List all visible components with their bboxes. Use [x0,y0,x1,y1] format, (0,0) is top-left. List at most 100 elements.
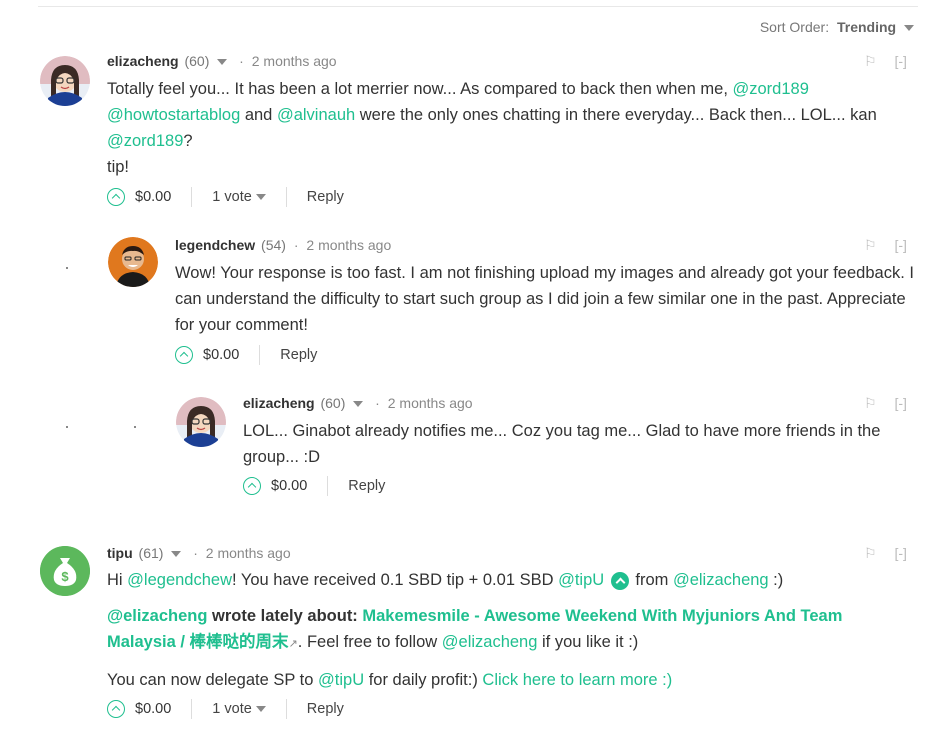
reply-button[interactable]: Reply [307,189,344,205]
comment-actions: ⚐ [-] [864,545,907,562]
svg-text:$: $ [61,569,69,584]
comment-actions: ⚐ [-] [864,237,907,254]
avatar[interactable] [40,56,90,106]
comment-footer: $0.00 Reply [243,476,385,496]
sort-label: Sort Order: [759,19,830,35]
comment-body: LOL... Ginabot already notifies me... Co… [243,418,903,470]
vote-count[interactable]: 1 vote [212,701,252,717]
sort-value[interactable]: Trending [837,19,896,35]
body-text: from [630,571,673,589]
mention-link[interactable]: @alvinauh [277,106,355,124]
body-text: Wow! Your response is too fast. I am not… [175,264,914,334]
flag-icon[interactable]: ⚐ [864,237,877,254]
body-text: if you like it :) [537,633,639,651]
top-divider [38,6,918,7]
upvote-icon[interactable] [175,346,193,364]
tipu-badge-icon [610,571,629,590]
collapse-button[interactable]: [-] [894,53,906,69]
avatar[interactable] [108,237,158,287]
mention-link[interactable]: @tipU [318,671,364,689]
sort-order[interactable]: Sort Order: Trending [760,19,914,35]
learn-more-link[interactable]: Click here to learn more :) [482,671,672,689]
body-text: LOL... Ginabot already notifies me... Co… [243,422,881,466]
mention-link[interactable]: @elizacheng [673,571,769,589]
upvote-icon[interactable] [243,477,261,495]
body-text: You can now delegate SP to [107,671,319,689]
payout[interactable]: $0.00 [271,478,307,494]
separator-dot: · [193,545,198,561]
comment-footer: $0.00 Reply [175,345,317,365]
comment-actions: ⚐ [-] [864,395,907,412]
mention-link[interactable]: @zord189 [107,132,183,150]
separator-dot: · [293,237,299,253]
comment-footer: $0.00 1 vote Reply [107,187,344,207]
upvote-icon[interactable] [107,700,125,718]
comment-body: Totally feel you... It has been a lot me… [107,76,907,180]
collapse-button[interactable]: [-] [894,395,906,411]
mention-link[interactable]: @elizacheng [442,633,538,651]
mention-link[interactable]: @zord189 [733,80,809,98]
divider [259,345,261,365]
chevron-down-icon[interactable] [217,59,228,66]
body-text: ! You have received 0.1 SBD tip + 0.01 S… [232,571,559,589]
reply-button[interactable]: Reply [280,347,317,363]
reputation: (60) [184,53,210,69]
collapse-button[interactable]: [-] [894,545,906,561]
avatar-icon [108,237,158,287]
avatar[interactable]: $ [40,546,90,596]
external-link-icon: ↗ [288,638,298,650]
payout[interactable]: $0.00 [135,701,171,717]
comment-body: Wow! Your response is too fast. I am not… [175,260,920,338]
body-text: tip! [107,158,130,176]
reputation: (54) [261,237,286,253]
reputation: (61) [138,545,164,561]
payout[interactable]: $0.00 [135,189,171,205]
mention-link[interactable]: @legendchew [127,571,232,589]
separator-dot: · [239,53,244,69]
separator-dot: · [375,395,380,411]
mention-link[interactable]: @elizacheng [107,607,207,625]
body-text: wrote lately about: [207,607,363,625]
chevron-down-icon[interactable] [255,194,266,200]
collapse-button[interactable]: [-] [894,237,906,253]
comment-footer: $0.00 1 vote Reply [107,699,344,719]
chevron-down-icon[interactable] [353,401,364,408]
chevron-down-icon[interactable] [171,551,182,558]
reputation: (60) [320,395,346,411]
timestamp[interactable]: 2 months ago [306,237,391,253]
author-name[interactable]: tipu [107,545,133,561]
money-bag-icon: $ [40,546,90,596]
timestamp[interactable]: 2 months ago [206,545,291,561]
thread-dot [134,426,136,428]
flag-icon[interactable]: ⚐ [864,395,877,412]
mention-link[interactable]: @tipU [558,571,604,589]
author-name[interactable]: elizacheng [107,53,179,69]
avatar[interactable] [176,397,226,447]
body-text: . Feel free to follow [297,633,442,651]
flag-icon[interactable]: ⚐ [864,53,877,70]
author-name[interactable]: elizacheng [243,395,315,411]
comment-header: elizacheng (60) · 2 months ago [243,395,473,411]
flag-icon[interactable]: ⚐ [864,545,877,562]
divider [285,187,287,207]
timestamp[interactable]: 2 months ago [388,395,473,411]
body-text: Hi [107,571,128,589]
divider [191,699,193,719]
upvote-icon[interactable] [107,188,125,206]
avatar-icon [176,397,226,447]
vote-count[interactable]: 1 vote [212,189,252,205]
mention-link[interactable]: @howtostartablog [107,106,240,124]
divider [191,187,193,207]
reply-button[interactable]: Reply [307,701,344,717]
chevron-down-icon[interactable] [904,25,914,32]
body-text: for daily profit:) [364,671,483,689]
chevron-down-icon[interactable] [255,706,266,712]
reply-button[interactable]: Reply [348,478,385,494]
body-text: ? [183,132,193,150]
divider [285,699,287,719]
comment-actions: ⚐ [-] [864,53,907,70]
timestamp[interactable]: 2 months ago [252,53,337,69]
body-text: Totally feel you... It has been a lot me… [107,80,733,98]
payout[interactable]: $0.00 [203,347,239,363]
author-name[interactable]: legendchew [175,237,255,253]
